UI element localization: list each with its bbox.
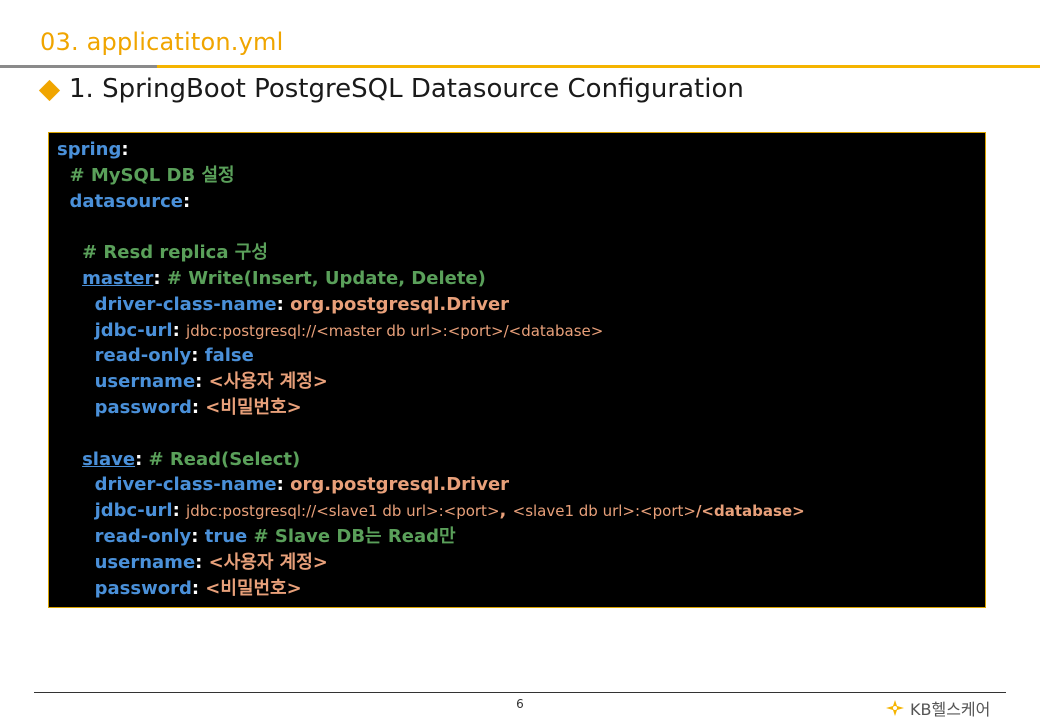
yaml-key: read-only (94, 345, 192, 367)
yaml-value: /<database> (695, 502, 805, 521)
yaml-key: password (94, 577, 192, 599)
yaml-key: password (94, 396, 192, 418)
yaml-value: <사용자 계정> (208, 551, 328, 573)
yaml-value: true (204, 525, 248, 547)
yaml-value: <비밀번호> (205, 396, 302, 418)
footer-rule (34, 692, 1006, 693)
yaml-key: read-only (94, 525, 192, 547)
header-rule-left (0, 65, 157, 68)
code-line: slave: # Read(Select) (82, 448, 301, 470)
yaml-value: <사용자 계정> (208, 371, 328, 393)
code-line: spring: (57, 139, 129, 160)
code-line: master: # Write(Insert, Update, Delete) (82, 267, 486, 289)
code-line: password: <비밀번호> (94, 577, 302, 599)
code-line: driver-class-name: org.postgresql.Driver (94, 293, 510, 315)
yaml-comment: # Write(Insert, Update, Delete) (166, 267, 486, 289)
yaml-value: org.postgresql.Driver (290, 474, 510, 496)
diamond-bullet-icon (38, 79, 61, 101)
code-line: jdbc-url: jdbc:postgresql://<slave1 db u… (94, 500, 805, 522)
kb-star-icon (886, 700, 904, 716)
code-line: # Resd replica 구성 (57, 240, 977, 266)
header-rule-right (157, 65, 1040, 68)
yaml-key: driver-class-name (94, 293, 277, 315)
yaml-comment: # MySQL DB 설정 (69, 164, 235, 186)
yaml-key: spring (57, 139, 122, 160)
brand-logo: KB헬스케어 (884, 696, 990, 720)
code-line: read-only: false (94, 345, 254, 367)
yaml-comment: # Slave DB는 Read만 (253, 525, 456, 547)
yaml-value: jdbc:postgresql://<slave1 db url>:<port> (186, 502, 500, 521)
code-line: datasource: (69, 190, 191, 212)
code-line: password: <비밀번호> (94, 396, 302, 418)
yaml-key: username (94, 371, 196, 393)
yaml-key: driver-class-name (94, 474, 277, 496)
yaml-key: username (94, 551, 196, 573)
code-line: # MySQL DB 설정 (57, 163, 977, 189)
code-line: jdbc-url: jdbc:postgresql://<master db u… (94, 319, 604, 341)
code-block: spring: # MySQL DB 설정 datasource: # Resd… (48, 132, 986, 608)
yaml-comment: # Read(Select) (148, 448, 301, 470)
subtitle: 1. SpringBoot PostgreSQL Datasource Conf… (38, 74, 744, 104)
subtitle-text: 1. SpringBoot PostgreSQL Datasource Conf… (69, 74, 744, 104)
yaml-comment: # Resd replica 구성 (82, 242, 268, 264)
code-line: username: <사용자 계정> (94, 551, 328, 573)
code-line: driver-class-name: org.postgresql.Driver (94, 474, 510, 496)
yaml-key: jdbc-url (94, 500, 173, 522)
yaml-key: jdbc-url (94, 319, 173, 341)
brand-name: KB헬스케어 (910, 700, 991, 719)
yaml-value: org.postgresql.Driver (290, 293, 510, 315)
section-title: 03. applicatiton.yml (40, 28, 284, 56)
yaml-key: datasource (69, 190, 183, 212)
code-line: read-only: true # Slave DB는 Read만 (94, 525, 456, 547)
yaml-key: slave (82, 448, 136, 470)
yaml-value: <slave1 db url>:<port> (512, 502, 696, 521)
yaml-value-separator: , (499, 500, 513, 522)
yaml-value: jdbc:postgresql://<master db url>:<port>… (186, 321, 604, 340)
code-line: username: <사용자 계정> (94, 371, 328, 393)
yaml-value: <비밀번호> (205, 577, 302, 599)
yaml-value: false (204, 345, 254, 367)
yaml-key: master (82, 267, 154, 289)
